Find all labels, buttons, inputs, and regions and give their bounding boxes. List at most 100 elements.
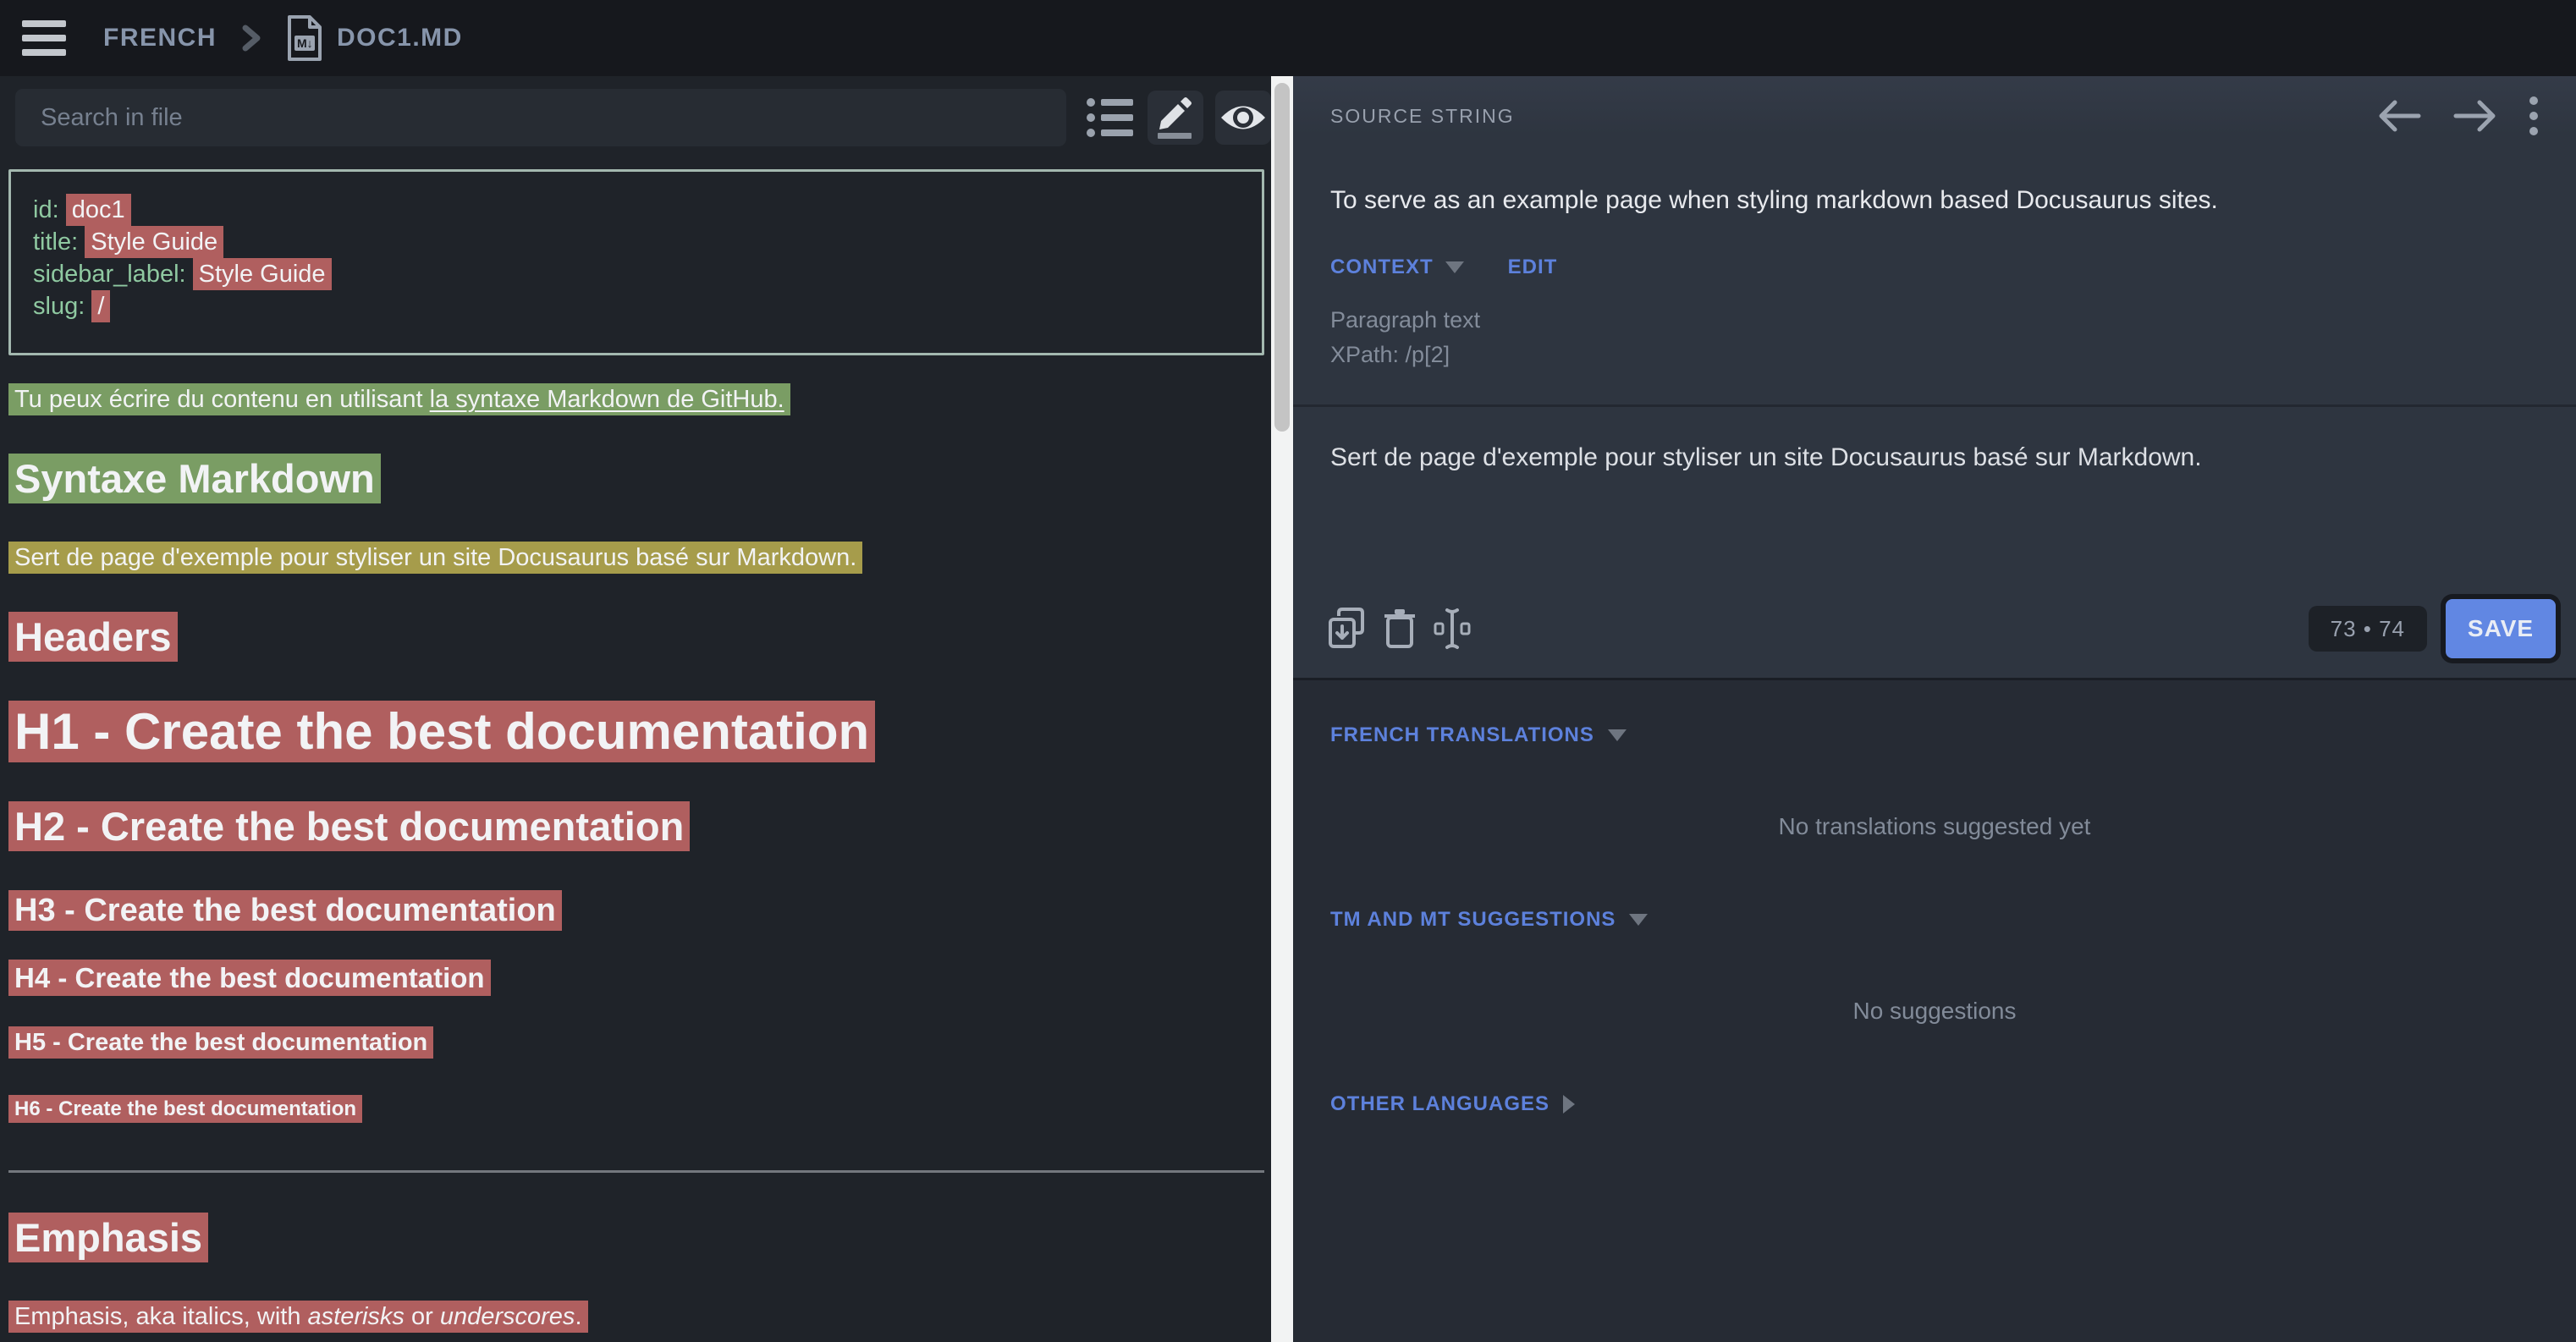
search-row xyxy=(0,88,1271,147)
pencil-icon xyxy=(1154,96,1197,140)
frontmatter-value-string[interactable]: Style Guide xyxy=(193,258,332,290)
hamburger-icon xyxy=(22,35,66,41)
select-text-button[interactable] xyxy=(1434,607,1471,651)
context-toggle[interactable]: CONTEXT xyxy=(1330,256,1464,279)
panel-title: SOURCE STRING xyxy=(1330,105,1515,128)
edit-context-button[interactable]: EDIT xyxy=(1508,256,1558,279)
section-other-languages[interactable]: OTHER LANGUAGES xyxy=(1330,1092,1575,1116)
context-xpath: XPath: /p[2] xyxy=(1330,338,1480,372)
document-blocks: Tu peux écrire du contenu en utilisant l… xyxy=(8,384,1264,1342)
document-content: id: doc1title: Style Guidesidebar_label:… xyxy=(8,169,1264,1342)
top-bar: FRENCH M↓ DOC1.MD xyxy=(0,0,2576,76)
doc-block: H2 - Create the best documentation xyxy=(8,802,1264,851)
doc-link[interactable]: la syntaxe Markdown de GitHub. xyxy=(430,386,784,413)
translation-input[interactable]: Sert de page d'exemple pour styliser un … xyxy=(1330,442,2532,594)
doc-string[interactable]: Emphasis xyxy=(8,1213,208,1262)
arrow-right-icon xyxy=(2452,99,2498,133)
doc-string[interactable]: Tu peux écrire du contenu en utilisant l… xyxy=(8,383,790,415)
doc-string[interactable]: H2 - Create the best documentation xyxy=(8,801,690,851)
caret-right-icon xyxy=(1563,1095,1575,1114)
translations-empty-state: No translations suggested yet xyxy=(1330,813,2539,840)
hamburger-icon xyxy=(22,49,66,56)
section-french-translations[interactable]: FRENCH TRANSLATIONS xyxy=(1330,723,1627,747)
doc-block: Syntaxe Markdown xyxy=(8,454,1264,503)
frontmatter-key: id: xyxy=(33,196,66,223)
doc-string[interactable]: H1 - Create the best documentation xyxy=(8,701,875,762)
text-cursor-icon xyxy=(1434,607,1471,651)
kebab-icon xyxy=(2529,96,2539,136)
caret-down-icon xyxy=(1445,261,1464,273)
doc-block: H4 - Create the best documentation xyxy=(8,960,1264,996)
doc-string[interactable]: H4 - Create the best documentation xyxy=(8,960,491,996)
source-text: To serve as an example page when styling… xyxy=(1330,184,2532,217)
chevron-right-icon xyxy=(240,21,262,55)
section-tm-mt-suggestions[interactable]: TM AND MT SUGGESTIONS xyxy=(1330,908,1648,932)
frontmatter-value-string[interactable]: doc1 xyxy=(66,194,131,226)
scrollbar-thumb[interactable] xyxy=(1274,83,1290,432)
frontmatter-value-string[interactable]: Style Guide xyxy=(85,226,223,258)
next-string-button[interactable] xyxy=(2452,99,2498,133)
doc-block: Emphasis xyxy=(8,1213,1264,1262)
delete-translation-button[interactable] xyxy=(1384,608,1415,650)
frontmatter-line: id: doc1 xyxy=(33,194,1240,226)
doc-block: H5 - Create the best documentation xyxy=(8,1026,1264,1059)
doc-string[interactable]: Headers xyxy=(8,612,178,662)
editor-toolbar: 73 • 74 SAVE xyxy=(1293,588,2576,678)
doc-block: H3 - Create the best documentation xyxy=(8,890,1264,932)
frontmatter-block: id: doc1title: Style Guidesidebar_label:… xyxy=(8,169,1264,355)
divider xyxy=(1293,404,2576,407)
frontmatter-value-string[interactable]: / xyxy=(91,290,110,322)
section-label-text: TM AND MT SUGGESTIONS xyxy=(1330,908,1616,932)
source-string-card: SOURCE STRING xyxy=(1293,76,2576,680)
doc-block: H6 - Create the best documentation xyxy=(8,1096,1264,1123)
string-panel: SOURCE STRING xyxy=(1293,76,2576,1342)
edit-mode-button[interactable] xyxy=(1148,91,1203,145)
more-options-button[interactable] xyxy=(2529,96,2539,136)
doc-string[interactable]: H5 - Create the best documentation xyxy=(8,1026,433,1059)
preview-button[interactable] xyxy=(1215,91,1271,145)
doc-string[interactable]: Sert de page d'exemple pour styliser un … xyxy=(8,542,862,574)
translation-editor: FRENCH M↓ DOC1.MD xyxy=(0,0,2576,1342)
eye-icon xyxy=(1219,102,1267,134)
card-header: SOURCE STRING xyxy=(1293,76,2576,156)
context-info: Paragraph text XPath: /p[2] xyxy=(1330,303,1480,372)
strings-list-button[interactable] xyxy=(1085,92,1136,143)
frontmatter-line: slug: / xyxy=(33,290,1240,322)
frontmatter-line: sidebar_label: Style Guide xyxy=(33,258,1240,290)
breadcrumb-file: DOC1.MD xyxy=(337,24,463,52)
doc-block: Tu peux écrire du contenu en utilisant l… xyxy=(8,384,1264,415)
document-scrollbar[interactable] xyxy=(1271,76,1293,1342)
previous-string-button[interactable] xyxy=(2376,99,2422,133)
doc-block: Sert de page d'exemple pour styliser un … xyxy=(8,542,1264,574)
suggestions-panel: FRENCH TRANSLATIONS No translations sugg… xyxy=(1293,683,2576,1116)
context-type: Paragraph text xyxy=(1330,303,1480,338)
context-label: CONTEXT xyxy=(1330,256,1434,279)
doc-string[interactable]: Emphasis, aka italics, with asterisks or… xyxy=(8,1301,588,1333)
horizontal-rule xyxy=(8,1170,1264,1173)
hamburger-icon xyxy=(22,20,66,27)
doc-string[interactable]: Syntaxe Markdown xyxy=(8,454,381,503)
doc-string[interactable]: H6 - Create the best documentation xyxy=(8,1095,362,1123)
tm-empty-state: No suggestions xyxy=(1330,998,2539,1025)
search-input[interactable] xyxy=(15,89,1066,146)
trash-icon xyxy=(1384,608,1415,650)
arrow-left-icon xyxy=(2376,99,2422,133)
doc-block: H1 - Create the best documentation xyxy=(8,701,1264,763)
doc-string[interactable]: H3 - Create the best documentation xyxy=(8,890,562,931)
char-counter: 73 • 74 xyxy=(2309,606,2427,652)
section-label-text: FRENCH TRANSLATIONS xyxy=(1330,723,1594,747)
frontmatter-line: title: Style Guide xyxy=(33,226,1240,258)
frontmatter-key: slug: xyxy=(33,293,91,320)
copy-source-button[interactable] xyxy=(1327,608,1366,650)
copy-icon xyxy=(1327,608,1366,650)
svg-text:M↓: M↓ xyxy=(297,36,313,50)
list-icon xyxy=(1086,96,1135,140)
context-row: CONTEXT EDIT xyxy=(1330,256,1557,279)
save-button[interactable]: SAVE xyxy=(2446,599,2556,658)
breadcrumb-project[interactable]: FRENCH xyxy=(103,24,217,52)
menu-button[interactable] xyxy=(22,19,73,58)
frontmatter-key: title: xyxy=(33,228,85,256)
caret-down-icon xyxy=(1608,729,1627,741)
markdown-file-icon: M↓ xyxy=(286,14,323,63)
caret-down-icon xyxy=(1629,914,1648,926)
